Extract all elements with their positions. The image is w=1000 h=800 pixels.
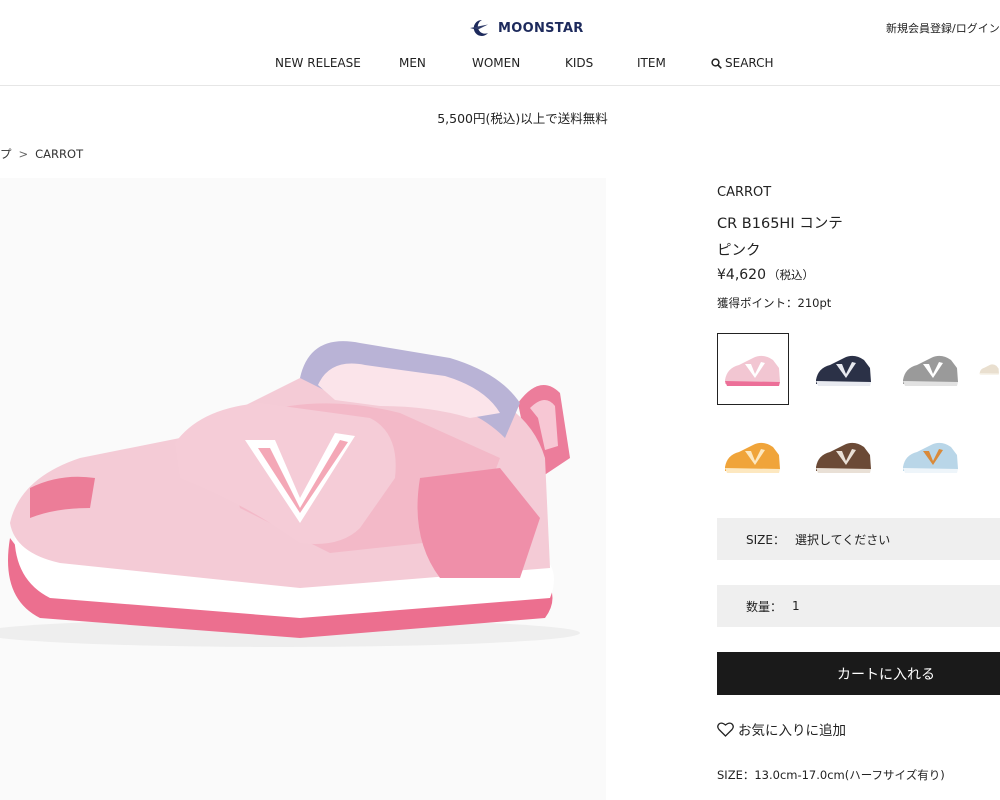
- breadcrumb: プ > CARROT: [0, 146, 83, 162]
- product-price: ¥4,620 （税込）: [717, 267, 814, 283]
- favorite-label: お気に入りに追加: [738, 723, 846, 739]
- size-select-value: 選択してください: [794, 532, 891, 547]
- shoe-thumbnail-navy: [816, 355, 871, 386]
- product-main-image: [0, 178, 606, 800]
- breadcrumb-current: CARROT: [35, 147, 84, 161]
- quantity-select-value: 1: [792, 599, 800, 613]
- free-shipping-banner: 5,500円(税込)以上で送料無料: [437, 111, 608, 126]
- shoe-thumbnail-beige: [979, 364, 999, 375]
- breadcrumb-separator: >: [18, 147, 29, 161]
- main-nav: NEW RELEASE MEN WOMEN KIDS ITEM SEARCH: [0, 56, 1000, 74]
- nav-item[interactable]: ITEM: [637, 56, 666, 70]
- price-tax-note: （税込）: [768, 268, 814, 282]
- brand-logo[interactable]: MOONSTAR: [468, 17, 584, 39]
- quantity-select[interactable]: 数量： 1: [717, 585, 1000, 627]
- nav-search-label: SEARCH: [725, 56, 774, 70]
- shoe-thumbnail-orange: [725, 442, 780, 473]
- size-select-label: SIZE：: [746, 532, 785, 547]
- nav-women[interactable]: WOMEN: [472, 56, 520, 70]
- size-range-note: SIZE：13.0cm-17.0cm(ハーフサイズ有り): [717, 768, 945, 782]
- swatch-brown[interactable]: [808, 420, 880, 492]
- shoe-thumbnail-pink: [725, 355, 780, 386]
- product-name: CR B165HI コンテ: [717, 216, 843, 232]
- search-icon: [711, 57, 722, 69]
- pink-sneaker-image: [0, 341, 580, 647]
- price-value: ¥4,620: [717, 267, 766, 283]
- site-header: MOONSTAR 新規会員登録/ログイン NEW RELEASE MEN WOM…: [0, 0, 1000, 86]
- swatch-pink[interactable]: [717, 333, 789, 405]
- shoe-thumbnail-light-blue: [903, 442, 958, 473]
- register-login-link[interactable]: 新規会員登録/ログイン: [886, 20, 1000, 36]
- shoe-thumbnail-gray: [903, 355, 958, 386]
- swatch-light-blue[interactable]: [895, 420, 967, 492]
- product-brand[interactable]: CARROT: [717, 185, 771, 200]
- product-color: ピンク: [717, 243, 761, 259]
- nav-kids[interactable]: KIDS: [565, 56, 593, 70]
- breadcrumb-prev[interactable]: プ: [0, 147, 12, 161]
- logo-text: MOONSTAR: [498, 20, 584, 36]
- swatch-navy[interactable]: [808, 333, 880, 405]
- swatch-gray[interactable]: [895, 333, 967, 405]
- reward-points: 獲得ポイント：210pt: [717, 296, 832, 310]
- quantity-select-label: 数量：: [746, 599, 783, 614]
- nav-new-release[interactable]: NEW RELEASE: [275, 56, 361, 70]
- moonstar-logo-icon: [470, 19, 488, 36]
- swatch-orange[interactable]: [717, 420, 789, 492]
- nav-search[interactable]: SEARCH: [711, 56, 774, 70]
- nav-men[interactable]: MEN: [399, 56, 426, 70]
- size-select[interactable]: SIZE： 選択してください: [717, 518, 1000, 560]
- heart-icon: [717, 721, 734, 737]
- swatch-beige[interactable]: [979, 333, 1000, 405]
- add-to-favorites[interactable]: お気に入りに追加: [717, 719, 846, 739]
- shoe-thumbnail-brown: [816, 442, 871, 473]
- add-to-cart-button[interactable]: カートに入れる: [717, 652, 1000, 695]
